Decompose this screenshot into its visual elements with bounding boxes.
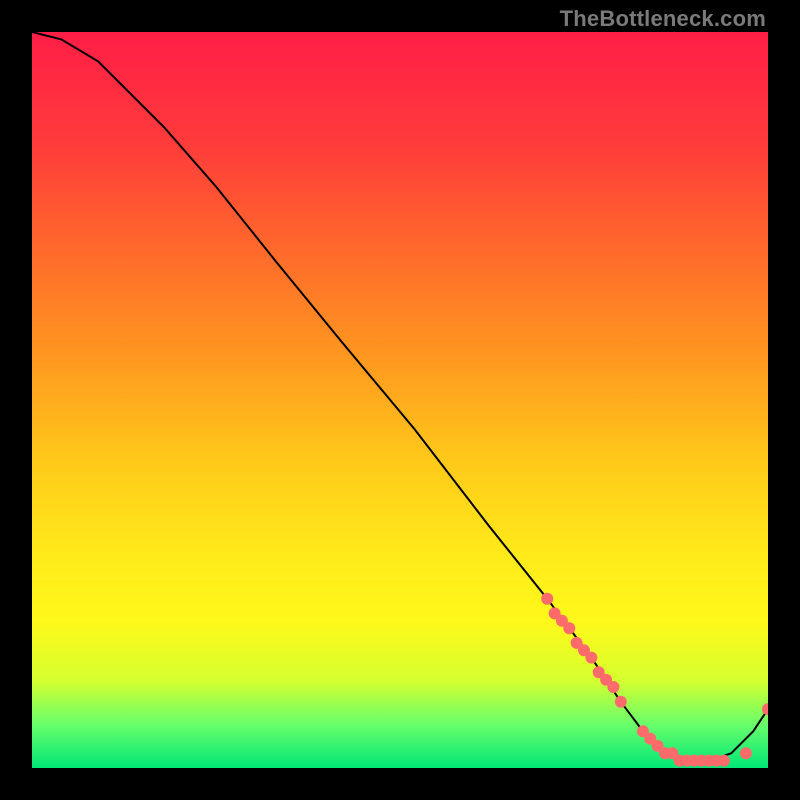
bottleneck-chart xyxy=(32,32,768,768)
data-point xyxy=(585,652,597,664)
data-point xyxy=(718,755,730,767)
data-point xyxy=(541,593,553,605)
chart-frame: TheBottleneck.com xyxy=(0,0,800,800)
data-point xyxy=(607,681,619,693)
gradient-background xyxy=(32,32,768,768)
data-point xyxy=(563,622,575,634)
data-point xyxy=(615,696,627,708)
watermark-text: TheBottleneck.com xyxy=(560,6,766,32)
data-point xyxy=(740,747,752,759)
